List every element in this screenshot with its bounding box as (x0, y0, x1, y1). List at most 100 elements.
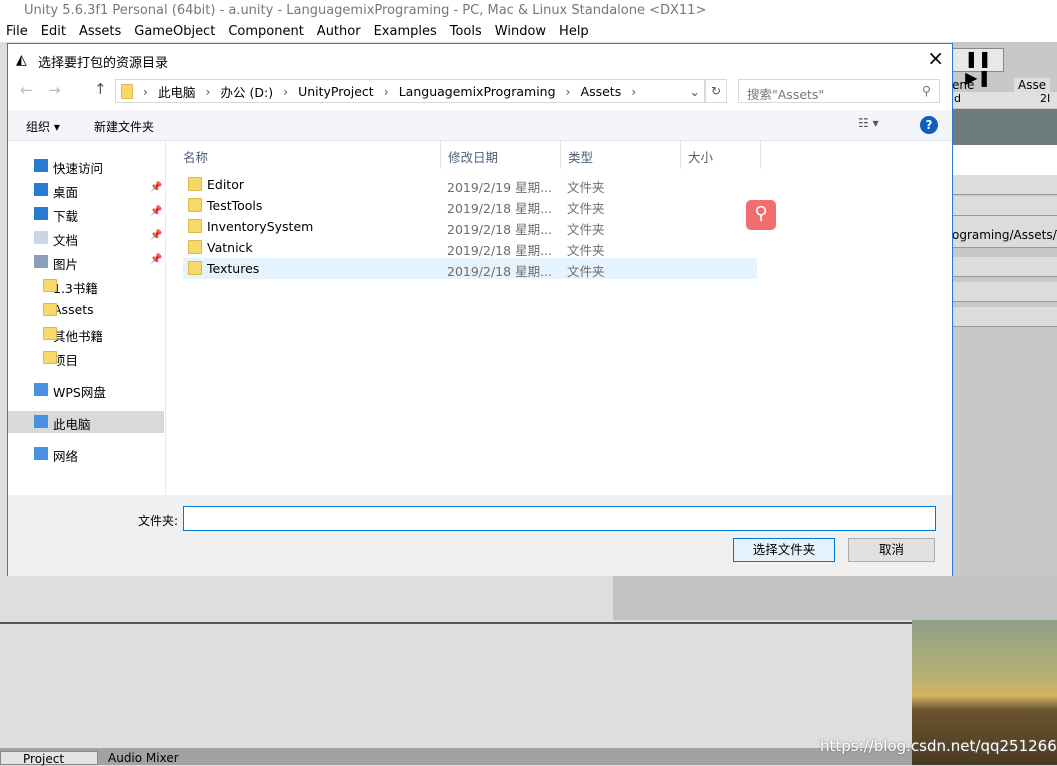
star-icon (34, 159, 48, 172)
shading-dropdown[interactable]: d 2I (952, 92, 1057, 108)
file-date: 2019/2/19 星期... (447, 180, 552, 195)
crumb[interactable]: LanguagemixPrograming (399, 84, 556, 99)
select-folder-button[interactable]: 选择文件夹 (733, 538, 835, 562)
sidebar-item[interactable]: 网络 (8, 443, 164, 465)
folder-icon (121, 83, 133, 99)
sidebar-item[interactable]: Assets (8, 299, 164, 321)
scene-tab[interactable]: ene (952, 78, 974, 92)
dialog-title: 选择要打包的资源目录 (38, 56, 169, 71)
scene-preview (952, 109, 1057, 145)
crumb[interactable]: 此电脑 (158, 82, 196, 101)
toolbar: 组织 ▾ 新建文件夹 ☷ ▾ ? (8, 110, 952, 141)
panel-divider[interactable] (0, 622, 912, 624)
menu-help[interactable]: Help (553, 22, 596, 42)
menu-tools[interactable]: Tools (444, 22, 489, 42)
up-icon[interactable]: ↑ (94, 80, 107, 98)
menu-edit[interactable]: Edit (35, 22, 73, 42)
col-name[interactable]: 名称 (176, 141, 441, 169)
download-icon (34, 207, 48, 220)
file-row[interactable]: Editor 2019/2/19 星期... 文件夹 (183, 174, 757, 195)
sidebar-item[interactable]: 快速访问 (8, 155, 164, 177)
crumb[interactable]: Assets (581, 84, 622, 99)
blank-area (952, 145, 1057, 175)
forward-icon[interactable]: → (48, 81, 61, 99)
sidebar-item-label: 下载 (53, 209, 79, 224)
sidebar-item[interactable]: 1.3书籍 (8, 275, 164, 297)
sidebar-item-label: Assets (53, 302, 94, 317)
search-icon[interactable]: ⚲ (746, 200, 776, 230)
address-bar[interactable]: › 此电脑 › 办公 (D:) › UnityProject › Languagemix… (115, 79, 705, 103)
sidebar-item[interactable]: 图片 📌 (8, 251, 164, 273)
help-icon[interactable]: ? (920, 116, 938, 134)
field-row (952, 282, 1057, 302)
asset-store-tab[interactable]: Asse (1014, 78, 1051, 92)
file-type: 文件夹 (567, 180, 605, 195)
pause-step-buttons[interactable]: ❚❚ ▶❚ (952, 48, 1004, 87)
crumb[interactable]: 办公 (D:) (221, 82, 274, 101)
network-icon (34, 447, 48, 460)
file-date: 2019/2/18 星期... (447, 201, 552, 216)
sidebar-item[interactable]: 项目 (8, 347, 164, 369)
desktop-icon (34, 183, 48, 196)
field-row (952, 307, 1057, 327)
inspector-panel: ❚❚ ▶❚ ene Asse d 2I ograming/Assets/T (952, 42, 1057, 620)
view-options-icon[interactable]: ☷ ▾ (858, 116, 879, 130)
sidebar-item[interactable]: 此电脑 (8, 411, 164, 433)
folder-icon (43, 327, 57, 340)
sidebar-item[interactable]: WPS网盘 (8, 379, 164, 401)
search-input[interactable]: 搜索"Assets" ⚲ (738, 79, 940, 103)
file-name: Textures (207, 261, 260, 276)
sidebar-item-label: 快速访问 (53, 161, 104, 176)
file-date: 2019/2/18 星期... (447, 264, 552, 279)
new-folder-button[interactable]: 新建文件夹 (94, 118, 154, 135)
organize-button[interactable]: 组织 ▾ (26, 118, 60, 135)
file-date: 2019/2/18 星期... (447, 243, 552, 258)
search-icon: ⚲ (921, 83, 931, 98)
file-row[interactable]: Vatnick 2019/2/18 星期... 文件夹 (183, 237, 757, 258)
col-type[interactable]: 类型 (561, 141, 681, 169)
close-button[interactable]: × (927, 46, 944, 70)
cancel-button[interactable]: 取消 (848, 538, 935, 562)
pin-icon: 📌 (150, 182, 163, 193)
menu-author[interactable]: Author (311, 22, 368, 42)
field-row (952, 175, 1057, 195)
menu-examples[interactable]: Examples (368, 22, 444, 42)
folder-input[interactable] (183, 506, 936, 531)
field-row (952, 196, 1057, 216)
dropdown-value: d (954, 92, 961, 105)
folder-icon (188, 240, 202, 254)
file-type: 文件夹 (567, 222, 605, 237)
menu-gameobject[interactable]: GameObject (128, 22, 222, 42)
file-type: 文件夹 (567, 201, 605, 216)
col-size[interactable]: 大小 (681, 141, 761, 169)
crumb[interactable]: UnityProject (298, 84, 374, 99)
sidebar-item-label: 其他书籍 (53, 329, 104, 344)
sidebar-item-label: 网络 (53, 449, 79, 464)
chevron-down-icon[interactable]: ⌄ (690, 84, 700, 99)
file-date: 2019/2/18 星期... (447, 222, 552, 237)
tab-project[interactable]: Project (0, 751, 98, 766)
path-field: ograming/Assets/T (952, 228, 1057, 248)
file-row[interactable]: InventorySystem 2019/2/18 星期... 文件夹 (183, 216, 757, 237)
file-row[interactable]: Textures 2019/2/18 星期... 文件夹 (183, 258, 757, 279)
sidebar-item[interactable]: 文档 📌 (8, 227, 164, 249)
sidebar-item[interactable]: 其他书籍 (8, 323, 164, 345)
file-row[interactable]: TestTools 2019/2/18 星期... 文件夹 (183, 195, 757, 216)
unity-logo-icon: ◭ (16, 52, 27, 68)
tab-audio-mixer[interactable]: Audio Mixer (108, 751, 179, 765)
menu-file[interactable]: File (0, 22, 35, 42)
folder-icon (43, 279, 57, 292)
menu-component[interactable]: Component (222, 22, 310, 42)
back-icon[interactable]: ← (20, 81, 33, 99)
menu-window[interactable]: Window (489, 22, 553, 42)
field-row (952, 257, 1057, 277)
col-date[interactable]: 修改日期 (441, 141, 561, 169)
refresh-button[interactable]: ↻ (705, 79, 727, 103)
sidebar-item[interactable]: 下载 📌 (8, 203, 164, 225)
mode-2d[interactable]: 2I (1040, 92, 1050, 105)
sidebar-item[interactable]: 桌面 📌 (8, 179, 164, 201)
file-type: 文件夹 (567, 243, 605, 258)
sidebar-item-label: 1.3书籍 (53, 281, 98, 296)
sidebar-item-label: WPS网盘 (53, 385, 106, 400)
menu-assets[interactable]: Assets (73, 22, 128, 42)
